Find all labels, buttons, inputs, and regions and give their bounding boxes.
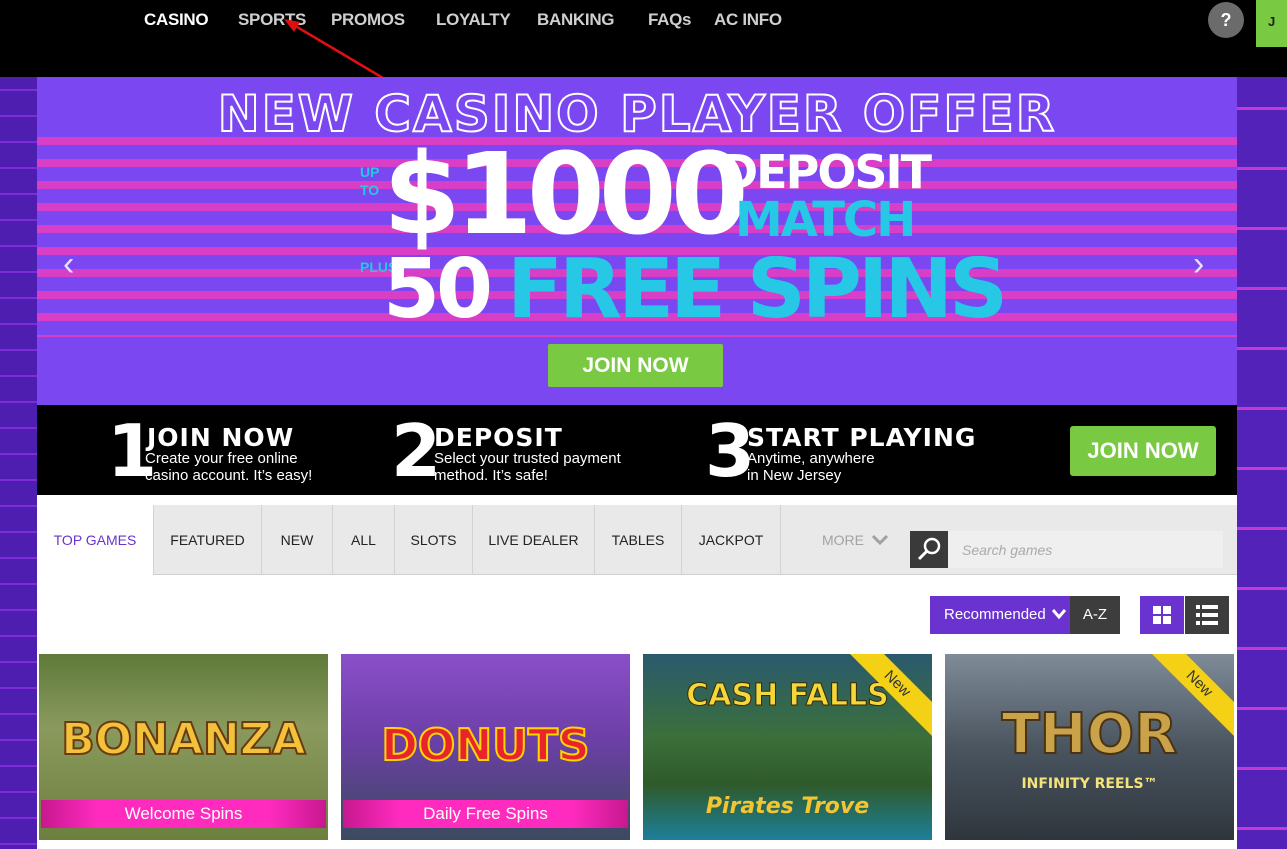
game-card-thor[interactable]: THOR INFINITY REELS™ New — [945, 654, 1234, 840]
sort-select[interactable]: Recommended — [930, 596, 1070, 634]
tab-featured[interactable]: FEATURED — [153, 505, 262, 575]
step-desc: Create your free online casino account. I… — [145, 450, 313, 484]
carousel-next-icon[interactable]: › — [1193, 247, 1204, 281]
nav-banking[interactable]: BANKING — [537, 10, 615, 30]
side-decoration-left — [0, 77, 37, 849]
banner-match: MATCH — [735, 192, 916, 248]
chevron-down-icon — [1051, 609, 1067, 620]
step-title: START PLAYING — [747, 423, 977, 452]
tab-new[interactable]: NEW — [262, 505, 333, 575]
step-title: DEPOSIT — [434, 423, 563, 452]
banner-join-button[interactable]: JOIN NOW — [548, 344, 723, 387]
promo-banner[interactable]: NEW CASINO PLAYER OFFER UP TO $1000 DEPO… — [37, 77, 1237, 405]
search-box — [910, 531, 1223, 568]
banner-up-to: UP TO — [360, 164, 380, 198]
chevron-down-icon — [871, 534, 888, 546]
game-label: Daily Free Spins — [343, 800, 628, 828]
join-top-button[interactable]: J — [1256, 0, 1287, 47]
search-icon — [917, 537, 941, 561]
signup-steps: 1 JOIN NOW Create your free online casino… — [37, 405, 1237, 495]
search-button[interactable] — [910, 531, 948, 568]
grid-view-button[interactable] — [1140, 596, 1184, 634]
game-subtitle: Pirates Trove — [705, 794, 870, 819]
banner-amount: $1000 — [383, 130, 749, 260]
nav-casino[interactable]: CASINO — [144, 10, 209, 30]
grid-icon — [1153, 606, 1171, 624]
tab-all[interactable]: ALL — [333, 505, 395, 575]
nav-ac-info[interactable]: AC INFO — [714, 10, 782, 30]
step-title: JOIN NOW — [147, 423, 295, 452]
carousel-prev-icon[interactable]: ‹ — [63, 247, 74, 281]
banner-deposit: DEPOSIT — [720, 145, 932, 199]
banner-spins-text: FREE SPINS — [507, 242, 1008, 337]
steps-join-button[interactable]: JOIN NOW — [1070, 426, 1216, 476]
step-desc: Anytime, anywhere in New Jersey — [747, 450, 875, 484]
side-decoration-right — [1237, 77, 1287, 849]
game-card-donuts[interactable]: DONUTS Daily Free Spins — [341, 654, 630, 840]
top-navigation: CASINO SPORTS PROMOS LOYALTY BANKING FAQ… — [0, 0, 1287, 96]
nav-loyalty[interactable]: LOYALTY — [436, 10, 511, 30]
sort-selected-label: Recommended — [944, 606, 1046, 623]
tab-live-dealer[interactable]: LIVE DEALER — [473, 505, 595, 575]
game-card-bonanza[interactable]: BONANZA Welcome Spins — [39, 654, 328, 840]
search-input[interactable] — [948, 531, 1223, 568]
game-title: DONUTS — [380, 719, 590, 772]
games-section: TOP GAMES FEATURED NEW ALL SLOTS LIVE DE… — [37, 495, 1237, 849]
game-card-cash-falls[interactable]: CASH FALLS Pirates Trove New — [643, 654, 932, 840]
banner-plus: PLUS — [360, 259, 397, 276]
more-label: MORE — [822, 532, 864, 548]
nav-faqs[interactable]: FAQs — [648, 10, 692, 30]
game-title: THOR — [1001, 701, 1179, 768]
tab-jackpot[interactable]: JACKPOT — [682, 505, 781, 575]
tab-top-games[interactable]: TOP GAMES — [37, 505, 153, 575]
step-desc: Select your trusted payment method. It’s … — [434, 450, 621, 484]
tab-slots[interactable]: SLOTS — [395, 505, 473, 575]
game-label: Welcome Spins — [41, 800, 326, 828]
list-icon — [1196, 605, 1218, 625]
banner-spins-number: 50 — [383, 242, 493, 337]
game-subtitle: INFINITY REELS™ — [1021, 776, 1158, 792]
tab-tables[interactable]: TABLES — [595, 505, 682, 575]
help-button[interactable]: ? — [1208, 2, 1244, 38]
sort-az-button[interactable]: A-Z — [1070, 596, 1120, 634]
list-view-button[interactable] — [1185, 596, 1229, 634]
game-title: BONANZA — [60, 713, 307, 766]
